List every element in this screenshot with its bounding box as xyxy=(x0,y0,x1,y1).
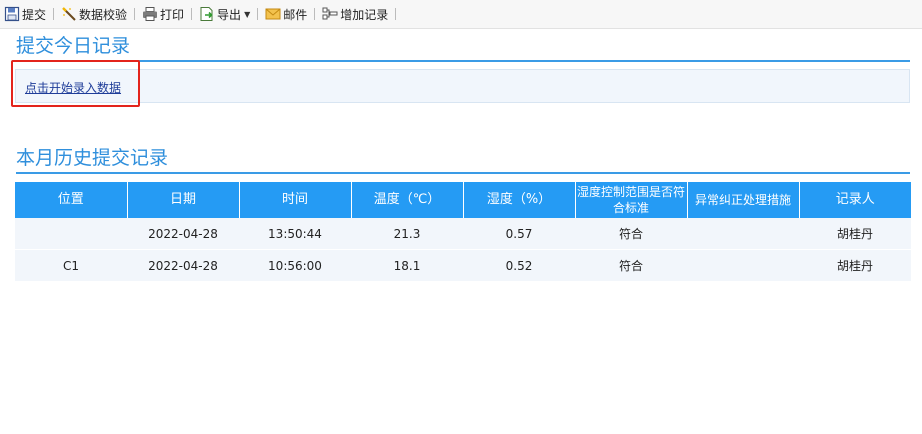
cell-temperature: 18.1 xyxy=(351,249,463,282)
cell-temperature: 21.3 xyxy=(351,218,463,250)
column-header-time: 时间 xyxy=(239,182,352,218)
cell-compliance: 符合 xyxy=(575,218,687,250)
export-button[interactable]: 导出 ▼ xyxy=(197,3,252,25)
cell-recorder: 胡桂丹 xyxy=(799,218,911,250)
add-record-label: 增加记录 xyxy=(340,7,389,22)
chevron-down-icon[interactable]: ▼ xyxy=(244,10,250,19)
toolbar-separator xyxy=(191,8,193,20)
cell-location: C1 xyxy=(15,249,127,282)
cell-time: 13:50:44 xyxy=(239,218,351,250)
export-icon xyxy=(200,7,213,21)
history-section-title: 本月历史提交记录 xyxy=(16,145,910,174)
start-entry-link[interactable]: 点击开始录入数据 xyxy=(25,79,121,96)
validate-button[interactable]: 数据校验 xyxy=(59,3,129,25)
cell-humidity: 0.57 xyxy=(463,218,575,250)
column-header-date: 日期 xyxy=(127,182,240,218)
entry-panel: 点击开始录入数据 xyxy=(15,69,910,103)
cell-corrective-action xyxy=(687,218,799,250)
toolbar-separator xyxy=(134,8,136,20)
save-icon xyxy=(4,6,20,22)
column-header-location: 位置 xyxy=(15,182,128,218)
history-table: 位置 日期 时间 温度（℃） 湿度（%） 湿度控制范围是否符合标准 异常纠正处理… xyxy=(15,182,911,282)
mail-button[interactable]: 邮件 xyxy=(263,3,309,25)
magic-wand-icon xyxy=(62,7,76,21)
export-label: 导出 xyxy=(217,7,242,22)
table-row[interactable]: C1 2022-04-28 10:56:00 18.1 0.52 符合 胡桂丹 xyxy=(15,249,911,282)
cell-date: 2022-04-28 xyxy=(127,249,239,282)
print-label: 打印 xyxy=(160,7,185,22)
table-header-row: 位置 日期 时间 温度（℃） 湿度（%） 湿度控制范围是否符合标准 异常纠正处理… xyxy=(15,182,911,218)
print-button[interactable]: 打印 xyxy=(140,3,186,25)
add-record-icon xyxy=(322,7,338,20)
cell-humidity: 0.52 xyxy=(463,249,575,282)
column-header-temperature: 温度（℃） xyxy=(351,182,464,218)
column-header-humidity: 湿度（%） xyxy=(463,182,576,218)
toolbar-separator xyxy=(314,8,316,20)
table-row[interactable]: 2022-04-28 13:50:44 21.3 0.57 符合 胡桂丹 xyxy=(15,218,911,250)
today-section-title: 提交今日记录 xyxy=(16,33,910,62)
envelope-icon xyxy=(265,8,281,20)
cell-compliance: 符合 xyxy=(575,249,687,282)
validate-label: 数据校验 xyxy=(79,7,128,22)
column-header-corrective-action: 异常纠正处理措施 xyxy=(687,182,800,218)
cell-location xyxy=(15,218,127,250)
submit-label: 提交 xyxy=(22,7,47,22)
cell-date: 2022-04-28 xyxy=(127,218,239,250)
toolbar: 提交 数据校验 打印 导出 ▼ 邮件 增加记录 xyxy=(0,0,922,29)
submit-button[interactable]: 提交 xyxy=(2,3,48,25)
column-header-recorder: 记录人 xyxy=(799,182,911,218)
printer-icon xyxy=(143,7,158,21)
toolbar-separator xyxy=(53,8,55,20)
mail-label: 邮件 xyxy=(283,7,308,22)
add-record-button[interactable]: 增加记录 xyxy=(320,3,390,25)
cell-corrective-action xyxy=(687,249,799,282)
column-header-compliance: 湿度控制范围是否符合标准 xyxy=(575,182,688,218)
toolbar-separator xyxy=(257,8,259,20)
cell-recorder: 胡桂丹 xyxy=(799,249,911,282)
cell-time: 10:56:00 xyxy=(239,249,351,282)
toolbar-separator xyxy=(395,8,397,20)
